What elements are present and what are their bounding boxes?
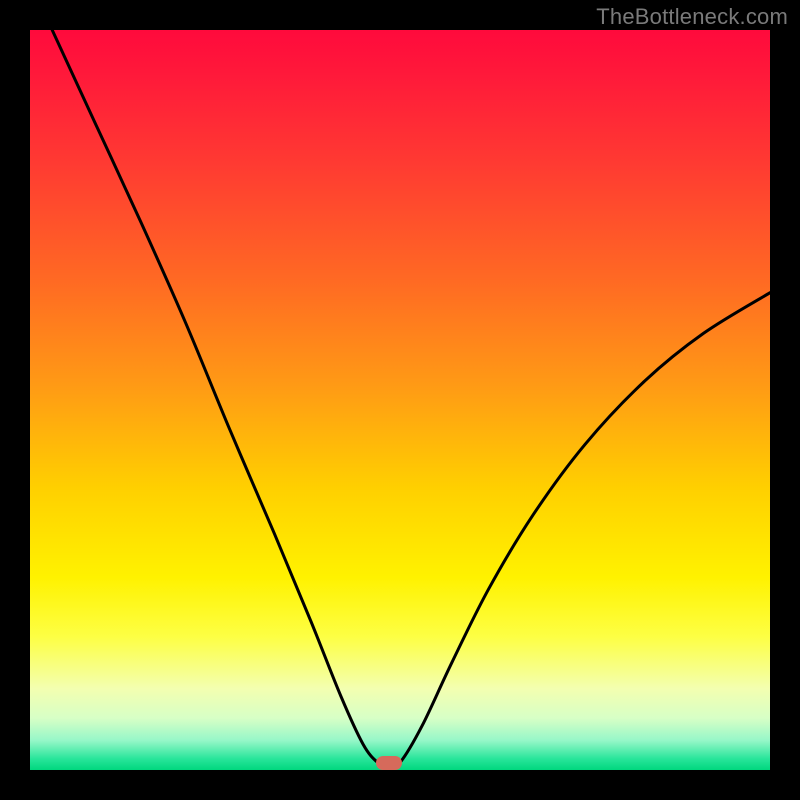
current-point-marker bbox=[376, 756, 402, 770]
bottleneck-curve bbox=[30, 30, 770, 770]
plot-area bbox=[30, 30, 770, 770]
watermark-text: TheBottleneck.com bbox=[596, 4, 788, 30]
chart-frame: TheBottleneck.com bbox=[0, 0, 800, 800]
